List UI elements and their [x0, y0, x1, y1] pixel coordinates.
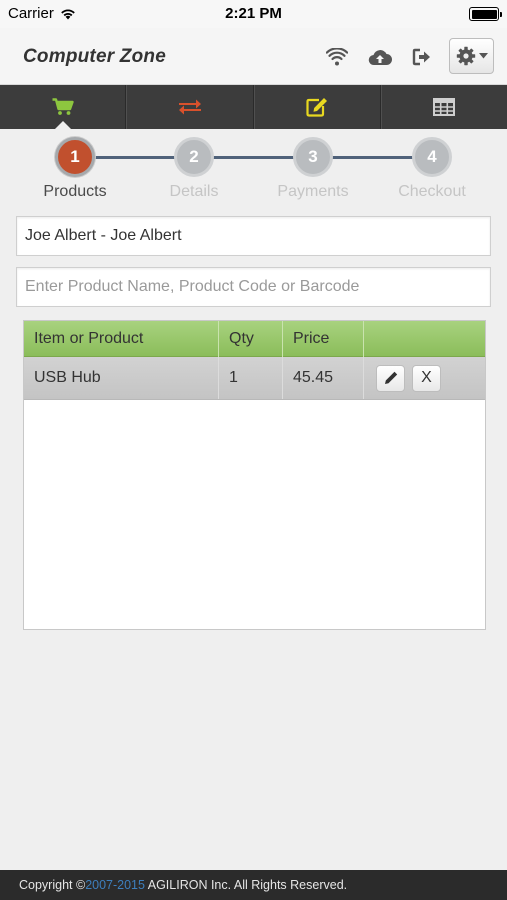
step-number: 1: [55, 137, 95, 177]
table-row[interactable]: USB Hub 1 45.45 X: [24, 357, 485, 400]
wifi-icon[interactable]: [322, 42, 352, 72]
step-label: Payments: [277, 183, 349, 200]
active-tab-caret: [54, 121, 71, 129]
app-title: Computer Zone: [23, 46, 166, 67]
step-products[interactable]: 1 Products: [16, 137, 134, 201]
remove-row-button[interactable]: X: [412, 364, 441, 392]
table-header: Item or Product Qty Price: [24, 321, 485, 357]
tab-bar: [0, 85, 507, 129]
step-payments[interactable]: 3 Payments: [254, 137, 372, 201]
cell-actions: X: [364, 357, 485, 399]
column-header-price: Price: [283, 321, 364, 357]
copyright-prefix: Copyright ©: [19, 878, 86, 892]
cell-price: 45.45: [283, 357, 364, 399]
step-checkout[interactable]: 4 Checkout: [373, 137, 491, 201]
tab-edit[interactable]: [253, 85, 381, 129]
column-header-qty: Qty: [219, 321, 283, 357]
step-number: 2: [174, 137, 214, 177]
tab-table[interactable]: [380, 85, 507, 129]
battery-icon: [469, 7, 502, 21]
column-header-actions: [364, 321, 485, 357]
step-label: Products: [43, 183, 107, 200]
step-label: Checkout: [398, 183, 466, 200]
cell-qty: 1: [219, 357, 283, 399]
step-number: 3: [293, 137, 333, 177]
customer-field[interactable]: [16, 216, 491, 256]
transfer-icon: [178, 99, 201, 115]
edit-row-button[interactable]: [376, 364, 405, 392]
status-time: 2:21 PM: [225, 5, 282, 22]
step-label: Details: [169, 183, 219, 200]
cart-icon: [52, 98, 74, 115]
settings-button[interactable]: [449, 38, 494, 74]
tab-products[interactable]: [0, 85, 127, 129]
tab-transfer[interactable]: [126, 85, 254, 129]
step-details[interactable]: 2 Details: [135, 137, 253, 201]
checkout-stepper: 1 Products 2 Details 3 Payments 4 Checko…: [16, 137, 491, 202]
cell-item: USB Hub: [24, 357, 219, 399]
cloud-upload-icon[interactable]: [365, 42, 395, 72]
products-table: Item or Product Qty Price USB Hub 1 45.4…: [23, 320, 486, 630]
footer: Copyright ©2007-2015 AGILIRON Inc. All R…: [0, 870, 507, 900]
caret-down-icon: [478, 53, 488, 59]
copyright-suffix: AGILIRON Inc. All Rights Reserved.: [144, 878, 348, 892]
copyright-years-link[interactable]: 2007-2015: [85, 878, 145, 892]
edit-icon: [306, 98, 328, 117]
app-header: Computer Zone: [0, 28, 507, 85]
step-number: 4: [412, 137, 452, 177]
table-icon: [433, 98, 456, 116]
status-bar: Carrier 2:21 PM: [0, 0, 507, 28]
logout-icon[interactable]: [407, 42, 437, 72]
product-search-input[interactable]: [16, 267, 491, 307]
column-header-item: Item or Product: [24, 321, 219, 357]
pencil-icon: [384, 371, 397, 384]
gear-icon: [456, 46, 475, 66]
